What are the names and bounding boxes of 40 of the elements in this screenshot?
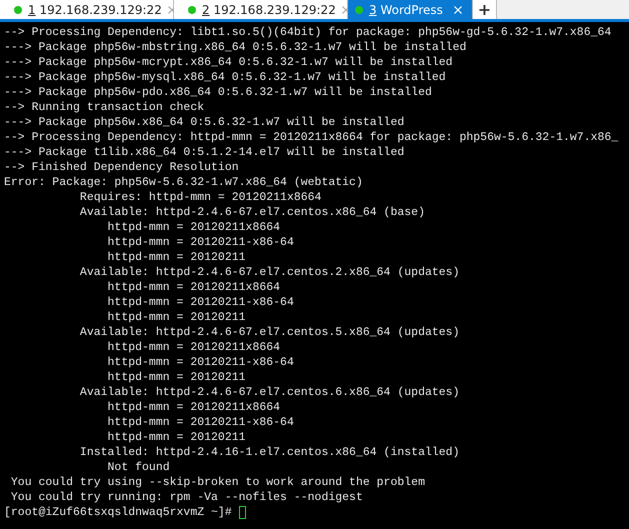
close-icon[interactable] (342, 6, 350, 14)
terminal-line: httpd-mmn = 20120211 (106, 310, 247, 325)
terminal-line: Available: httpd-2.4.6-67.el7.centos.2.x86_64 (updates) (78, 265, 460, 280)
terminal-line: httpd-mmn = 20120211 (106, 430, 247, 445)
shell-prompt: [root@iZuf66tsxqsldnwaq5rxvmZ ~]# (4, 505, 233, 520)
tab[interactable]: 2 192.168.239.129:22 (174, 0, 348, 19)
terminal-line: httpd-mmn = 20120211-x86-64 (106, 295, 295, 310)
terminal-line: Error: Package: php56w-5.6.32-1.w7.x86_64 (webtatic) (4, 175, 364, 190)
terminal-line: Requires: httpd-mmn = 20120211x8664 (78, 190, 322, 205)
terminal-line: ---> Package php56w.x86_64 0:5.6.32-1.w7 will be installed (4, 115, 406, 130)
terminal-line: httpd-mmn = 20120211x8664 (106, 280, 282, 295)
tab[interactable]: 1 192.168.239.129:22 (0, 0, 174, 19)
terminal-line: httpd-mmn = 20120211-x86-64 (106, 235, 295, 250)
close-icon[interactable] (168, 6, 176, 14)
terminal-line: ---> Package php56w-mbstring.x86_64 0:5.6.32-1.w7 will be installed (4, 40, 468, 55)
terminal-line: Available: httpd-2.4.6-67.el7.centos.5.x86_64 (updates) (78, 325, 460, 340)
tab[interactable]: 3 WordPress (348, 0, 473, 19)
terminal-line: --> Processing Dependency: httpd-mmn = 20120211x8664 for package: php56w-5.6.32-1.w7.x86_ (4, 130, 620, 145)
terminal-line: ---> Package php56w-pdo.x86_64 0:5.6.32-1.w7 will be installed (4, 85, 433, 100)
terminal-line: --> Finished Dependency Resolution (4, 160, 240, 175)
new-tab-button[interactable]: + (473, 0, 497, 19)
terminal-line: Installed: httpd-2.4.16-1.el7.centos.x86_64 (installed) (78, 445, 460, 460)
cursor-icon (238, 506, 246, 519)
terminal-line: httpd-mmn = 20120211-x86-64 (106, 415, 295, 430)
terminal-line: --> Running transaction check (4, 100, 206, 115)
terminal-line: Not found (106, 460, 171, 475)
terminal-line: Available: httpd-2.4.6-67.el7.centos.x86_64 (base) (78, 205, 426, 220)
terminal-line: ---> Package php56w-mysql.x86_64 0:5.6.32-1.w7 will be installed (4, 70, 447, 85)
terminal-line: ---> Package t1lib.x86_64 0:5.1.2-14.el7 will be installed (4, 145, 406, 160)
terminal-line: httpd-mmn = 20120211x8664 (106, 220, 282, 235)
terminal-line: httpd-mmn = 20120211 (106, 250, 247, 265)
terminal-line: --> Processing Dependency: libt1.so.5()(64bit) for package: php56w-gd-5.6.32-1.w7.x86_64 (4, 25, 612, 40)
terminal-line: httpd-mmn = 20120211 (106, 370, 247, 385)
terminal-line: Available: httpd-2.4.6-67.el7.centos.6.x86_64 (updates) (78, 385, 460, 400)
terminal-line: You could try using --skip-broken to work around the problem (10, 475, 426, 490)
terminal-line: httpd-mmn = 20120211-x86-64 (106, 355, 295, 370)
terminal-line: ---> Package php56w-mcrypt.x86_64 0:5.6.32-1.w7 will be installed (4, 55, 454, 70)
terminal-line: httpd-mmn = 20120211x8664 (106, 340, 282, 355)
terminal-line: httpd-mmn = 20120211x8664 (106, 400, 282, 415)
terminal-line: You could try running: rpm -Va --nofiles --nodigest (10, 490, 364, 505)
